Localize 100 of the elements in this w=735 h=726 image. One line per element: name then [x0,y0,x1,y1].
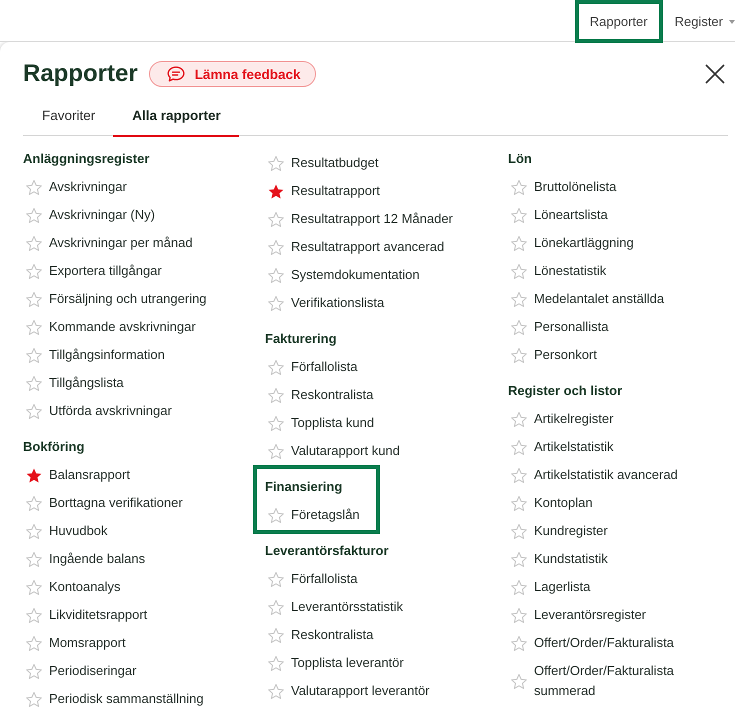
star-icon[interactable] [26,580,42,594]
star-icon[interactable] [511,524,527,538]
tab[interactable]: Alla rapporter [113,96,239,137]
star-icon[interactable] [268,268,284,282]
report-link[interactable]: Resultatbudget [291,153,378,173]
report-link[interactable]: Kontoanalys [49,577,121,597]
nav-link[interactable]: Rapporter [574,0,663,43]
report-link[interactable]: Lagerlista [534,577,590,597]
star-icon[interactable] [26,348,42,362]
report-link[interactable]: Försäljning och utrangering [49,289,207,309]
star-icon[interactable] [26,608,42,622]
star-icon[interactable] [511,208,527,222]
star-icon[interactable] [26,468,42,482]
star-icon[interactable] [26,264,42,278]
report-link[interactable]: Reskontralista [291,385,374,405]
star-icon[interactable] [268,156,284,170]
report-link[interactable]: Topplista kund [291,413,374,433]
star-icon[interactable] [26,664,42,678]
star-icon[interactable] [511,552,527,566]
star-icon[interactable] [268,508,284,522]
report-link[interactable]: Avskrivningar [49,177,127,197]
report-link[interactable]: Personkort [534,345,597,365]
report-link[interactable]: Systemdokumentation [291,265,420,285]
report-link[interactable]: Periodisk sammanställning [49,689,204,709]
report-link[interactable]: Reskontralista [291,625,374,645]
star-icon[interactable] [511,348,527,362]
report-link[interactable]: Medelantalet anställda [534,289,664,309]
star-icon[interactable] [268,240,284,254]
report-link[interactable]: Leverantörsregister [534,605,646,625]
star-icon[interactable] [26,636,42,650]
report-link[interactable]: Resultatrapport 12 Månader [291,209,453,229]
report-link[interactable]: Resultatrapport [291,181,380,201]
report-link[interactable]: Kommande avskrivningar [49,317,196,337]
report-link[interactable]: Tillgångslista [49,373,124,393]
star-icon[interactable] [511,180,527,194]
report-link[interactable]: Lönekartläggning [534,233,634,253]
star-icon[interactable] [511,320,527,334]
star-icon[interactable] [511,236,527,250]
report-link[interactable]: Kundstatistik [534,549,608,569]
report-link[interactable]: Likviditetsrapport [49,605,148,625]
nav-link[interactable]: Register [662,0,735,43]
feedback-button[interactable]: Lämna feedback [148,61,316,87]
report-link[interactable]: Momsrapport [49,633,126,653]
report-link[interactable]: Valutarapport kund [291,441,400,461]
report-link[interactable]: Verifikationslista [291,293,384,313]
report-link[interactable]: Topplista leverantör [291,653,404,673]
star-icon[interactable] [268,628,284,642]
star-icon[interactable] [511,580,527,594]
report-link[interactable]: Huvudbok [49,521,108,541]
star-icon[interactable] [26,320,42,334]
star-icon[interactable] [511,264,527,278]
star-icon[interactable] [511,608,527,622]
report-link[interactable]: Balansrapport [49,465,130,485]
star-icon[interactable] [26,692,42,706]
star-icon[interactable] [268,360,284,374]
report-link[interactable]: Kontoplan [534,493,593,513]
star-icon[interactable] [511,496,527,510]
report-link[interactable]: Avskrivningar per månad [49,233,193,253]
report-link[interactable]: Företagslån [291,505,360,525]
report-link[interactable]: Ingående balans [49,549,146,569]
star-icon[interactable] [26,524,42,538]
report-link[interactable]: Lönestatistik [534,261,606,281]
report-link[interactable]: Förfallolista [291,357,358,377]
star-icon[interactable] [26,404,42,418]
star-icon[interactable] [268,296,284,310]
report-link[interactable]: Artikelstatistik avancerad [534,465,678,485]
star-icon[interactable] [26,180,42,194]
report-link[interactable]: Offert/Order/Fakturalista summerad [534,661,733,701]
star-icon[interactable] [268,656,284,670]
star-icon[interactable] [268,184,284,198]
star-icon[interactable] [511,292,527,306]
star-icon[interactable] [26,496,42,510]
star-icon[interactable] [268,600,284,614]
report-link[interactable]: Borttagna verifikationer [49,493,183,513]
star-icon[interactable] [26,208,42,222]
report-link[interactable]: Kundregister [534,521,608,541]
report-link[interactable]: Periodiseringar [49,661,136,681]
star-icon[interactable] [26,376,42,390]
report-link[interactable]: Utförda avskrivningar [49,401,172,421]
report-link[interactable]: Leverantörsstatistik [291,597,403,617]
star-icon[interactable] [26,236,42,250]
star-icon[interactable] [511,412,527,426]
star-icon[interactable] [26,552,42,566]
star-icon[interactable] [268,212,284,226]
star-icon[interactable] [511,674,527,688]
tab[interactable]: Favoriter [23,96,114,137]
star-icon[interactable] [511,636,527,650]
report-link[interactable]: Artikelstatistik [534,437,614,457]
report-link[interactable]: Artikelregister [534,409,614,429]
star-icon[interactable] [511,468,527,482]
star-icon[interactable] [268,572,284,586]
report-link[interactable]: Offert/Order/Fakturalista [534,633,674,653]
report-link[interactable]: Bruttolönelista [534,177,616,197]
close-button[interactable] [705,64,725,84]
report-link[interactable]: Exportera tillgångar [49,261,162,281]
star-icon[interactable] [268,416,284,430]
star-icon[interactable] [26,292,42,306]
report-link[interactable]: Löneartslista [534,205,608,225]
report-link[interactable]: Valutarapport leverantör [291,681,430,701]
report-link[interactable]: Personallista [534,317,608,337]
